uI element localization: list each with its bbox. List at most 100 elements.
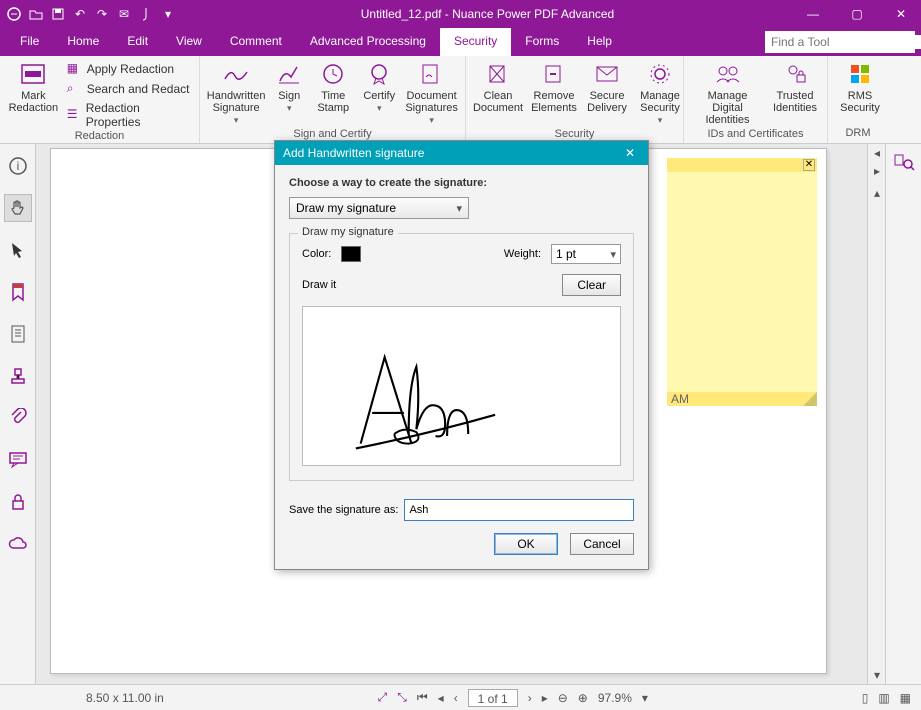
doc-signatures-button[interactable]: Document Signatures▾	[404, 58, 459, 128]
next-page-icon[interactable]: ▸	[542, 691, 548, 705]
cancel-button[interactable]: Cancel	[570, 533, 634, 555]
security-panel-icon[interactable]	[4, 488, 32, 516]
close-button[interactable]: ✕	[887, 4, 915, 24]
scroll-left-icon[interactable]: ◂	[868, 144, 886, 162]
prev-icon[interactable]: ‹	[454, 691, 458, 705]
minimize-button[interactable]: —	[799, 4, 827, 24]
stamp-panel-icon[interactable]	[4, 362, 32, 390]
dialog-titlebar[interactable]: Add Handwritten signature ✕	[275, 141, 648, 165]
info-panel-icon[interactable]: i	[4, 152, 32, 180]
view-continuous-icon[interactable]: ▥	[878, 691, 889, 705]
redaction-props-button[interactable]: ☰Redaction Properties	[65, 100, 193, 130]
mail-icon[interactable]: ✉	[116, 6, 132, 22]
zoom-out-icon[interactable]: ⊖	[558, 691, 568, 705]
manage-security-button[interactable]: Manage Security▾	[634, 58, 686, 128]
gear-icon	[646, 60, 674, 88]
trusted-identities-button[interactable]: Trusted Identities	[769, 58, 821, 116]
sticky-note[interactable]: ✕ AM	[667, 158, 817, 406]
clock-icon	[319, 60, 347, 88]
signature-canvas[interactable]	[302, 306, 621, 466]
open-icon[interactable]	[28, 6, 44, 22]
search-redact-button[interactable]: ⌕Search and Redact	[65, 80, 193, 98]
envelope-icon	[593, 60, 621, 88]
secure-delivery-button[interactable]: Secure Delivery	[584, 58, 630, 116]
qat-dropdown-icon[interactable]: ▾	[160, 6, 176, 22]
signature-name-input[interactable]	[404, 499, 634, 521]
left-panel: i	[0, 144, 36, 684]
color-label: Color:	[302, 248, 331, 260]
handwritten-sig-button[interactable]: Handwritten Signature▾	[206, 58, 266, 128]
manage-digital-button[interactable]: Manage Digital Identities	[690, 58, 765, 128]
first-page-icon[interactable]: ⏮	[417, 690, 428, 705]
bookmark-panel-icon[interactable]	[4, 278, 32, 306]
menu-advanced[interactable]: Advanced Processing	[296, 28, 440, 56]
certify-button[interactable]: Certify▾	[358, 58, 400, 116]
signature-method-select[interactable]: Draw my signature	[289, 197, 469, 219]
find-tool[interactable]: ⌕	[765, 31, 915, 53]
search-redact-icon: ⌕	[67, 81, 83, 97]
attach-icon[interactable]	[138, 6, 154, 22]
fit-page-icon[interactable]: ⤡	[397, 690, 407, 705]
sign-button[interactable]: Sign▾	[270, 58, 308, 116]
dialog-close-icon[interactable]: ✕	[620, 146, 640, 160]
cloud-panel-icon[interactable]	[4, 530, 32, 558]
fit-width-icon[interactable]: ⤢	[378, 690, 388, 705]
comments-panel-icon[interactable]	[4, 446, 32, 474]
zoom-dropdown-icon[interactable]: ▾	[642, 691, 648, 705]
weight-label: Weight:	[504, 248, 541, 260]
timestamp-button[interactable]: Time Stamp	[312, 58, 354, 116]
rms-security-button[interactable]: RMS Security	[834, 58, 886, 116]
pages-panel-icon[interactable]	[4, 320, 32, 348]
menu-security[interactable]: Security	[440, 28, 511, 56]
windows-icon	[846, 60, 874, 88]
clean-doc-button[interactable]: Clean Document	[472, 58, 524, 116]
menu-bar: File Home Edit View Comment Advanced Pro…	[0, 28, 921, 56]
zoom-in-icon[interactable]: ⊕	[578, 691, 588, 705]
group-drm-label: DRM	[834, 127, 882, 143]
menu-view[interactable]: View	[162, 28, 216, 56]
maximize-button[interactable]: ▢	[843, 4, 871, 24]
weight-select[interactable]: 1 pt	[551, 244, 621, 264]
mark-redaction-button[interactable]: Mark Redaction	[6, 58, 61, 116]
page-indicator[interactable]: 1 of 1	[468, 689, 518, 707]
find-tool-input[interactable]	[771, 35, 921, 49]
view-facing-icon[interactable]: ▦	[900, 691, 911, 705]
prev-page-icon[interactable]: ◂	[438, 691, 444, 705]
right-panel	[885, 144, 921, 684]
redo-icon[interactable]: ↷	[94, 6, 110, 22]
menu-forms[interactable]: Forms	[511, 28, 573, 56]
view-single-icon[interactable]: ▯	[862, 691, 869, 705]
clear-button[interactable]: Clear	[562, 274, 621, 296]
handwritten-icon	[222, 60, 250, 88]
next-icon[interactable]: ›	[528, 691, 532, 705]
remove-icon	[540, 60, 568, 88]
menu-file[interactable]: File	[6, 28, 53, 56]
scroll-up-icon[interactable]: ▴	[868, 184, 886, 202]
ok-button[interactable]: OK	[494, 533, 558, 555]
zoom-level[interactable]: 97.9%	[598, 691, 632, 705]
status-bar: 8.50 x 11.00 in ⤢ ⤡ ⏮ ◂ ‹ 1 of 1 › ▸ ⊖ ⊕…	[0, 684, 921, 710]
hand-tool-icon[interactable]	[4, 194, 32, 222]
dialog-title: Add Handwritten signature	[283, 146, 424, 160]
remove-elements-button[interactable]: Remove Elements	[528, 58, 580, 116]
docsig-icon	[418, 60, 446, 88]
people-icon	[714, 60, 742, 88]
select-tool-icon[interactable]	[4, 236, 32, 264]
sticky-close-icon[interactable]: ✕	[803, 159, 815, 171]
svg-text:i: i	[16, 159, 19, 173]
search-panel-icon[interactable]	[893, 152, 915, 172]
color-swatch[interactable]	[341, 246, 361, 262]
apply-redaction-button[interactable]: ▦Apply Redaction	[65, 60, 193, 78]
scroll-down-icon[interactable]: ▾	[868, 666, 886, 684]
menu-comment[interactable]: Comment	[216, 28, 296, 56]
title-bar: ↶ ↷ ✉ ▾ Untitled_12.pdf - Nuance Power P…	[0, 0, 921, 28]
menu-home[interactable]: Home	[53, 28, 113, 56]
undo-icon[interactable]: ↶	[72, 6, 88, 22]
group-ids-label: IDs and Certificates	[690, 128, 821, 143]
menu-help[interactable]: Help	[573, 28, 626, 56]
save-icon[interactable]	[50, 6, 66, 22]
menu-edit[interactable]: Edit	[113, 28, 162, 56]
scroll-right-icon[interactable]: ▸	[868, 162, 886, 180]
vertical-scrollbar[interactable]: ◂ ▸ ▴ ▾	[867, 144, 885, 684]
attachments-panel-icon[interactable]	[4, 404, 32, 432]
